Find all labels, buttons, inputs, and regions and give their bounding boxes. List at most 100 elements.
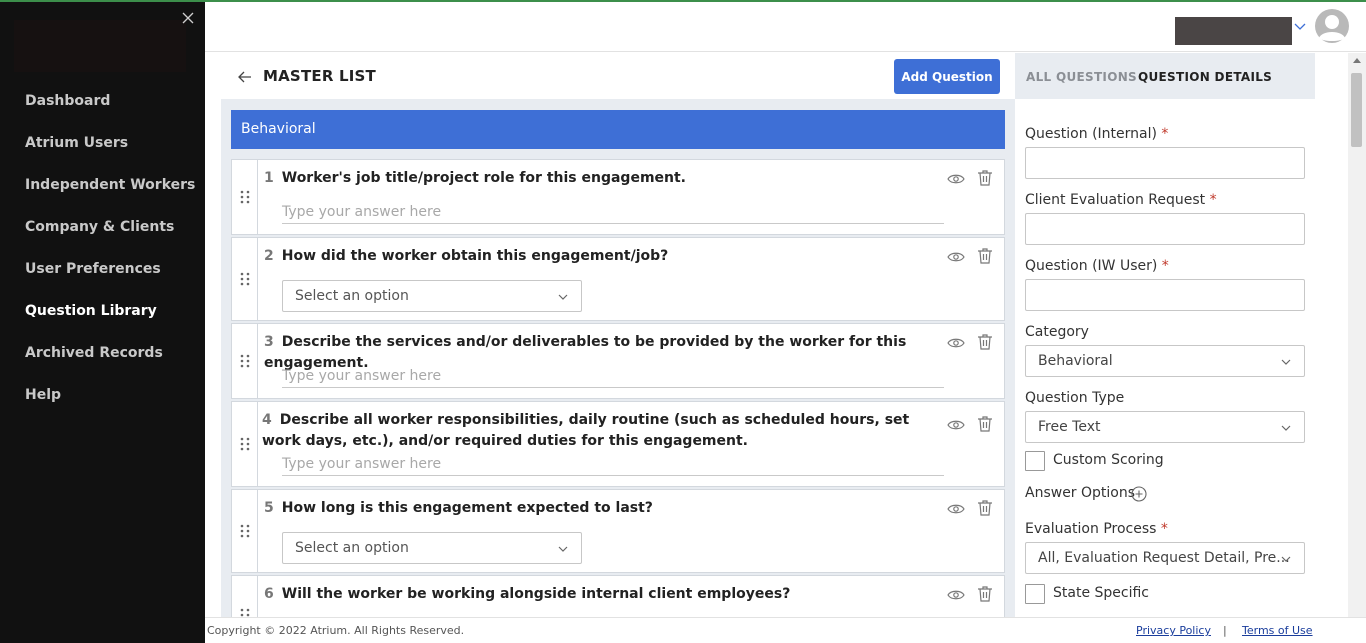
sidebar: Dashboard Atrium Users Independent Worke… — [0, 2, 205, 643]
tab-all-questions[interactable]: ALL QUESTIONS — [1026, 70, 1137, 84]
question-number: 5 — [264, 500, 274, 516]
question-type-select[interactable]: Free Text — [1025, 411, 1305, 443]
top-header — [205, 2, 1366, 52]
logo — [14, 20, 186, 72]
sidebar-item-company-clients[interactable]: Company & Clients — [25, 218, 195, 260]
drag-handle-icon — [240, 608, 250, 617]
question-number: 6 — [264, 586, 274, 602]
eye-icon[interactable] — [946, 335, 966, 351]
eye-icon[interactable] — [946, 249, 966, 265]
question-type-label: Question Type — [1025, 390, 1125, 406]
scrollbar-thumb[interactable] — [1351, 73, 1362, 147]
trash-icon[interactable] — [977, 415, 993, 433]
sidebar-item-user-preferences[interactable]: User Preferences — [25, 260, 195, 302]
answer-input[interactable]: Type your answer here — [282, 454, 944, 476]
state-specific-row: State Specific — [1025, 582, 1305, 606]
question-iw-user-input[interactable] — [1025, 279, 1305, 311]
sidebar-item-atrium-users[interactable]: Atrium Users — [25, 134, 195, 176]
custom-scoring-row: Custom Scoring — [1025, 449, 1305, 473]
evaluation-process-select[interactable]: All, Evaluation Request Detail, Pre... — [1025, 542, 1305, 574]
drag-handle[interactable] — [232, 324, 258, 398]
drag-handle[interactable] — [232, 402, 258, 486]
chevron-down-icon — [558, 546, 568, 552]
avatar-icon[interactable] — [1314, 8, 1350, 44]
sidebar-item-dashboard[interactable]: Dashboard — [25, 92, 195, 134]
client-evaluation-request-input[interactable] — [1025, 213, 1305, 245]
answer-select[interactable]: Select an option — [282, 280, 582, 312]
drag-handle-icon — [240, 272, 250, 286]
state-specific-label: State Specific — [1053, 585, 1149, 601]
chevron-down-icon[interactable] — [1293, 20, 1307, 34]
chevron-down-icon — [1281, 425, 1291, 431]
question-card[interactable]: 2 How did the worker obtain this engageme… — [231, 237, 1005, 321]
drag-handle-icon — [240, 437, 250, 451]
page-title: MASTER LIST — [263, 67, 376, 85]
state-specific-checkbox[interactable] — [1025, 584, 1045, 604]
chevron-down-icon — [1281, 556, 1291, 562]
answer-select[interactable]: Select an option — [282, 532, 582, 564]
drag-handle[interactable] — [232, 490, 258, 572]
eye-icon[interactable] — [946, 171, 966, 187]
scroll-up-arrow-icon[interactable] — [1353, 58, 1361, 63]
trash-icon[interactable] — [977, 499, 993, 517]
answer-input[interactable]: Type your answer here — [282, 366, 944, 388]
question-number: 3 — [264, 334, 274, 350]
question-number: 1 — [264, 170, 274, 186]
drag-handle[interactable] — [232, 576, 258, 617]
client-evaluation-request-label: Client Evaluation Request * — [1025, 192, 1217, 208]
trash-icon[interactable] — [977, 585, 993, 603]
drag-handle[interactable] — [232, 238, 258, 320]
question-card[interactable]: 6 Will the worker be working alongside in… — [231, 575, 1005, 617]
question-internal-input[interactable] — [1025, 147, 1305, 179]
category-label: Category — [1025, 324, 1089, 340]
question-details-panel: ALL QUESTIONS QUESTION DETAILS Question … — [1015, 53, 1315, 617]
trash-icon[interactable] — [977, 247, 993, 265]
trash-icon[interactable] — [977, 169, 993, 187]
question-card[interactable]: 4 Describe all worker responsibilities, d… — [231, 401, 1005, 487]
question-details-form: Question (Internal) * Client Evaluation … — [1025, 125, 1305, 618]
trash-icon[interactable] — [977, 333, 993, 351]
sidebar-item-help[interactable]: Help — [25, 386, 195, 428]
question-card[interactable]: 1 Worker's job title/project role for thi… — [231, 159, 1005, 235]
drag-handle-icon — [240, 524, 250, 538]
question-text: 5 How long is this engagement expected to… — [264, 500, 653, 516]
eye-icon[interactable] — [946, 417, 966, 433]
custom-scoring-checkbox[interactable] — [1025, 451, 1045, 471]
privacy-policy-link[interactable]: Privacy Policy — [1136, 624, 1211, 637]
chevron-down-icon — [558, 294, 568, 300]
back-arrow-icon[interactable] — [237, 69, 253, 85]
question-card[interactable]: 5 How long is this engagement expected to… — [231, 489, 1005, 573]
drag-handle-icon — [240, 354, 250, 368]
question-number: 2 — [264, 248, 274, 264]
terms-of-use-link[interactable]: Terms of Use — [1242, 624, 1313, 637]
close-icon[interactable] — [180, 10, 196, 26]
user-name-redacted[interactable] — [1175, 17, 1292, 45]
footer-separator: | — [1223, 624, 1227, 637]
sidebar-item-archived-records[interactable]: Archived Records — [25, 344, 195, 386]
master-list-toolbar: MASTER LIST Add Question — [221, 53, 1015, 99]
category-select[interactable]: Behavioral — [1025, 345, 1305, 377]
tab-question-details[interactable]: QUESTION DETAILS — [1138, 70, 1272, 84]
category-header[interactable]: Behavioral — [231, 110, 1005, 149]
question-text: 1 Worker's job title/project role for thi… — [264, 170, 686, 186]
master-list-panel: MASTER LIST Add Question Behavioral 1 Wor… — [221, 53, 1015, 617]
eye-icon[interactable] — [946, 587, 966, 603]
answer-options-row: Answer Options — [1025, 485, 1305, 507]
eye-icon[interactable] — [946, 501, 966, 517]
question-text: 6 Will the worker be working alongside in… — [264, 586, 791, 602]
sidebar-item-question-library[interactable]: Question Library — [25, 302, 195, 344]
question-number: 4 — [262, 412, 272, 428]
page-scrollbar[interactable] — [1348, 53, 1366, 617]
sidebar-nav: Dashboard Atrium Users Independent Worke… — [25, 92, 195, 428]
answer-options-label: Answer Options — [1025, 485, 1136, 501]
question-text: 4 Describe all worker responsibilities, d… — [262, 412, 910, 449]
add-question-button[interactable]: Add Question — [894, 59, 1000, 94]
question-text: 2 How did the worker obtain this engageme… — [264, 248, 669, 264]
copyright-text: Copyright © 2022 Atrium. All Rights Rese… — [207, 624, 465, 637]
question-card[interactable]: 3 Describe the services and/or deliverabl… — [231, 323, 1005, 399]
custom-scoring-label: Custom Scoring — [1053, 452, 1164, 468]
drag-handle[interactable] — [232, 160, 258, 234]
sidebar-item-independent-workers[interactable]: Independent Workers — [25, 176, 195, 218]
answer-input[interactable]: Type your answer here — [282, 202, 944, 224]
add-circle-icon[interactable] — [1131, 486, 1147, 502]
